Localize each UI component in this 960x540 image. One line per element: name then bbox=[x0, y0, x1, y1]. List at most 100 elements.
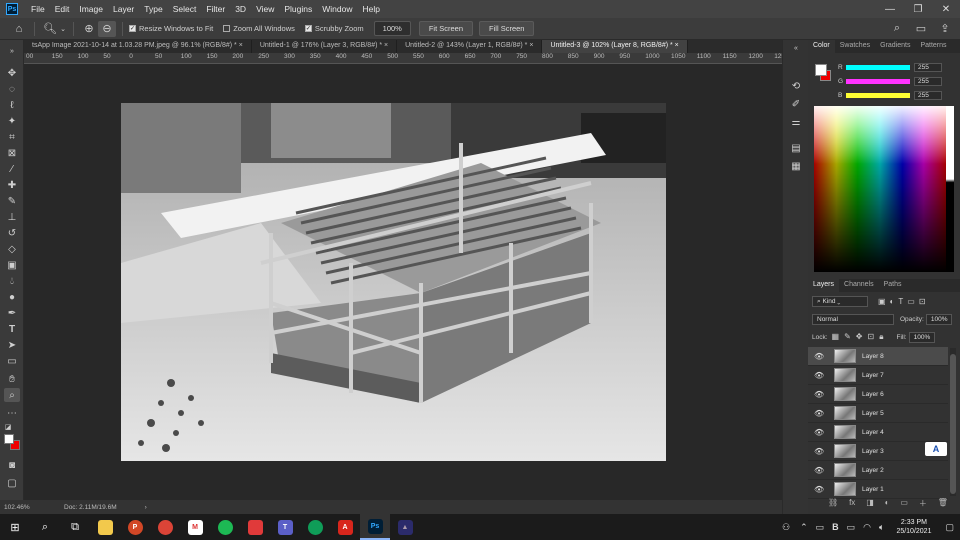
red-slider[interactable]: R 255 bbox=[838, 63, 956, 72]
windows-start-icon[interactable]: ⊞ bbox=[0, 514, 30, 540]
collapse-panels-icon[interactable]: « bbox=[789, 42, 803, 54]
crop-tool-icon[interactable]: ⌗ bbox=[4, 130, 20, 144]
powerpoint-icon[interactable]: P bbox=[120, 514, 150, 540]
history-brush-tool-icon[interactable]: ↺ bbox=[4, 226, 20, 240]
wifi-icon[interactable]: ◠ bbox=[863, 522, 871, 533]
acrobat-icon[interactable]: A bbox=[330, 514, 360, 540]
red-app-icon[interactable] bbox=[240, 514, 270, 540]
share-icon[interactable]: ⇪ bbox=[936, 21, 954, 37]
layer-row-8[interactable]: 👁︎ Layer 8 bbox=[808, 347, 948, 366]
filter-kind-select[interactable]: ⌕ Kind ⌄ bbox=[812, 295, 868, 307]
bold-app-icon[interactable]: B bbox=[832, 522, 839, 532]
eye-icon[interactable]: 👁︎ bbox=[814, 485, 826, 494]
chevron-down-icon[interactable]: ⌄ bbox=[59, 21, 67, 37]
spotify-icon[interactable] bbox=[210, 514, 240, 540]
eye-icon[interactable]: 👁︎ bbox=[814, 371, 826, 380]
blue-slider-track[interactable] bbox=[846, 93, 910, 98]
notifications-icon[interactable]: ▢ bbox=[945, 522, 954, 533]
workspace-icon[interactable]: ▭ bbox=[912, 21, 930, 37]
menu-edit[interactable]: Edit bbox=[50, 4, 75, 14]
search-icon[interactable]: ⌕ bbox=[30, 514, 60, 540]
tab-gradients[interactable]: Gradients bbox=[875, 40, 915, 53]
teams-icon[interactable]: T bbox=[270, 514, 300, 540]
layer-row-4[interactable]: 👁︎ Layer 4 bbox=[808, 423, 948, 442]
photoshop-taskbar-icon[interactable]: Ps bbox=[360, 514, 390, 540]
zoom-all-windows-checkbox[interactable]: Zoom All Windows bbox=[223, 24, 295, 33]
eye-icon[interactable]: 👁︎ bbox=[814, 466, 826, 475]
magic-wand-tool-icon[interactable]: ✦ bbox=[4, 114, 20, 128]
tab-paths[interactable]: Paths bbox=[879, 279, 907, 292]
path-selection-tool-icon[interactable]: ➤ bbox=[4, 338, 20, 352]
blend-mode-select[interactable]: Normal bbox=[812, 313, 894, 325]
tab-untitled-1[interactable]: Untitled-1 @ 176% (Layer 3, RGB/8#) * × bbox=[252, 40, 398, 53]
default-colors-icon[interactable]: ◪ bbox=[4, 420, 12, 434]
tab-layers[interactable]: Layers bbox=[808, 279, 840, 292]
eye-icon[interactable]: 👁︎ bbox=[814, 428, 826, 437]
home-icon[interactable]: ⌂ bbox=[10, 21, 28, 37]
tab-swatches[interactable]: Swatches bbox=[835, 40, 875, 53]
menu-plugins[interactable]: Plugins bbox=[279, 4, 317, 14]
new-group-icon[interactable]: ▭ bbox=[900, 498, 908, 509]
menu-3d[interactable]: 3D bbox=[230, 4, 251, 14]
search-icon[interactable]: ⌕ bbox=[888, 21, 906, 37]
blue-value-field[interactable]: 255 bbox=[914, 91, 942, 100]
people-icon[interactable]: ⚇ bbox=[782, 522, 790, 533]
task-view-icon[interactable]: ⧉ bbox=[60, 514, 90, 540]
history-panel-icon[interactable]: ⟲ bbox=[789, 80, 803, 92]
zoom-level-readout[interactable]: 102.46% bbox=[4, 504, 54, 511]
menu-type[interactable]: Type bbox=[139, 4, 167, 14]
opacity-field[interactable]: 100% bbox=[925, 313, 953, 325]
quick-mask-icon[interactable]: ◙ bbox=[4, 458, 20, 472]
adjustment-layer-icon[interactable]: ◐ bbox=[885, 498, 890, 509]
layer-row-5[interactable]: 👁︎ Layer 5 bbox=[808, 404, 948, 423]
rectangle-tool-icon[interactable]: ▭ bbox=[4, 354, 20, 368]
color-panel-foreground-swatch[interactable] bbox=[815, 64, 827, 76]
layer-row-7[interactable]: 👁︎ Layer 7 bbox=[808, 366, 948, 385]
document-image[interactable] bbox=[121, 103, 666, 461]
tab-untitled-2[interactable]: Untitled-2 @ 143% (Layer 1, RGB/8#) * × bbox=[397, 40, 543, 53]
value-slider[interactable] bbox=[946, 106, 954, 272]
eye-icon[interactable]: 👁︎ bbox=[814, 352, 826, 361]
menu-image[interactable]: Image bbox=[74, 4, 108, 14]
fill-screen-button[interactable]: Fill Screen bbox=[479, 21, 535, 36]
zoom-out-icon[interactable]: ⊖ bbox=[98, 20, 116, 37]
screen-mode-icon[interactable]: ▢ bbox=[4, 476, 20, 490]
pen-tool-icon[interactable]: ✒ bbox=[4, 306, 20, 320]
layers-scroll-thumb[interactable] bbox=[950, 354, 956, 494]
resize-windows-checkbox[interactable]: ✓ Resize Windows to Fit bbox=[129, 24, 213, 33]
zoom-value-field[interactable]: 100% bbox=[373, 21, 411, 36]
zoom-in-icon[interactable]: ⊕ bbox=[80, 21, 98, 37]
zoom-tool-icon[interactable]: ⌕ bbox=[4, 388, 20, 402]
translate-overlay-icon[interactable]: A bbox=[925, 442, 947, 456]
mountain-app-icon[interactable]: ▲ bbox=[390, 514, 420, 540]
eye-icon[interactable]: 👁︎ bbox=[814, 390, 826, 399]
volume-icon[interactable]: 🔈︎ bbox=[879, 522, 884, 533]
blur-tool-icon[interactable]: 💧︎ bbox=[4, 274, 20, 288]
green-slider-track[interactable] bbox=[846, 79, 910, 84]
tab-untitled-3[interactable]: Untitled-3 @ 102% (Layer 8, RGB/8#) * × bbox=[542, 40, 688, 53]
menu-window[interactable]: Window bbox=[317, 4, 357, 14]
menu-filter[interactable]: Filter bbox=[201, 4, 230, 14]
menu-view[interactable]: View bbox=[251, 4, 279, 14]
tray-app-icon[interactable]: ▭ bbox=[816, 522, 825, 533]
healing-brush-tool-icon[interactable]: ✚ bbox=[4, 178, 20, 192]
red-value-field[interactable]: 255 bbox=[914, 63, 942, 72]
file-explorer-icon[interactable] bbox=[90, 514, 120, 540]
eraser-tool-icon[interactable]: ◇ bbox=[4, 242, 20, 256]
layer-row-1[interactable]: 👁︎ Layer 1 bbox=[808, 480, 948, 499]
fill-field[interactable]: 100% bbox=[908, 331, 936, 343]
chrome-icon[interactable] bbox=[150, 514, 180, 540]
hand-tool-icon[interactable]: ✋︎ bbox=[4, 372, 20, 386]
properties-icon[interactable]: ▦ bbox=[789, 160, 803, 172]
eye-icon[interactable]: 👁︎ bbox=[814, 447, 826, 456]
move-tool-icon[interactable]: ✥ bbox=[4, 66, 20, 80]
brush-tool-icon[interactable]: ✎ bbox=[4, 194, 20, 208]
red-slider-track[interactable] bbox=[846, 65, 910, 70]
fx-icon[interactable]: fx bbox=[849, 498, 855, 509]
zoom-tool-preset-icon[interactable]: 🔍︎ bbox=[41, 21, 59, 37]
new-layer-icon[interactable]: ＋ bbox=[919, 498, 927, 509]
more-tools-icon[interactable]: ⋯ bbox=[4, 406, 20, 420]
menu-file[interactable]: File bbox=[26, 4, 50, 14]
eye-icon[interactable]: 👁︎ bbox=[814, 409, 826, 418]
type-tool-icon[interactable]: T bbox=[4, 322, 20, 336]
